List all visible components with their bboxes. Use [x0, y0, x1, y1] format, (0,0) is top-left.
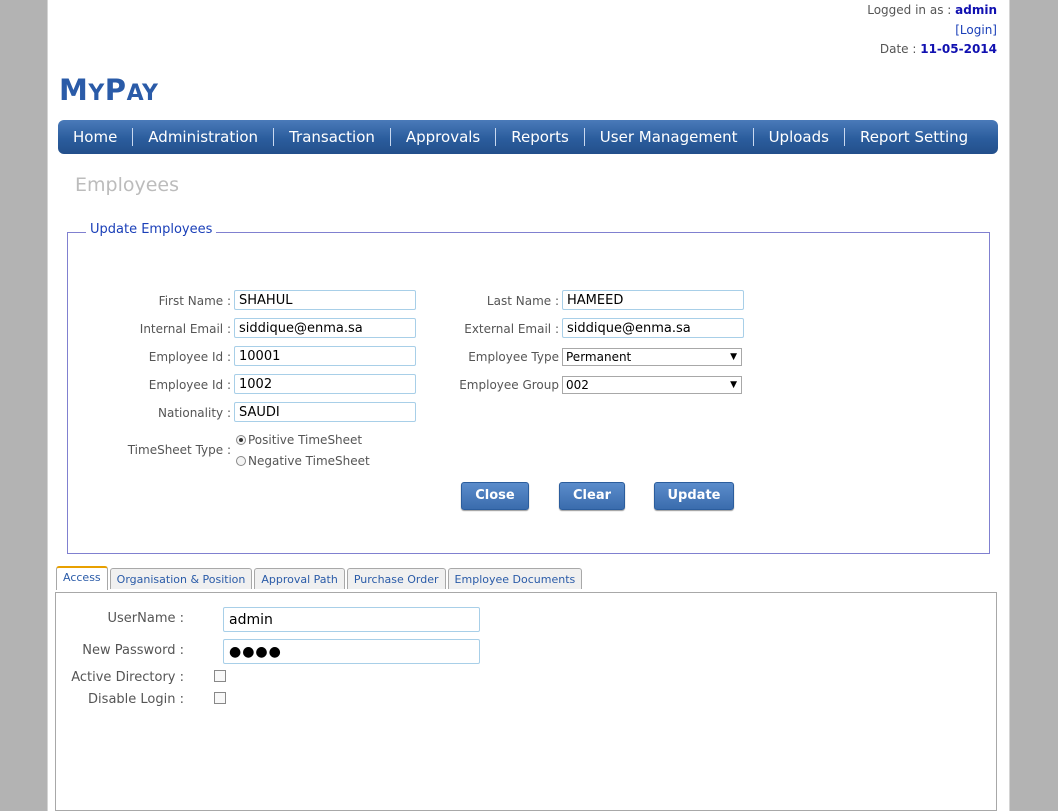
nav-reports[interactable]: Reports — [496, 128, 585, 146]
last-name-label: Last Name : — [486, 294, 559, 308]
employee-tabs: Access Organisation & Position Approval … — [56, 566, 584, 590]
employee-group-select[interactable]: 002 ▼ — [562, 376, 742, 394]
employee-id2-label: Employee Id : — [148, 378, 231, 392]
employee-group-label: Employee Group — [459, 378, 559, 392]
username-input[interactable]: admin — [223, 607, 480, 632]
nav-administration[interactable]: Administration — [133, 128, 275, 146]
disable-login-label: Disable Login : — [88, 692, 184, 707]
internal-email-input[interactable]: siddique@enma.sa — [234, 318, 416, 338]
tab-access[interactable]: Access — [56, 566, 108, 590]
employee-id-label: Employee Id : — [148, 350, 231, 364]
mypay-logo: MYPAY — [59, 73, 159, 107]
employee-type-label: Employee Type — [468, 350, 559, 364]
logged-in-username: admin — [955, 3, 997, 17]
negative-timesheet-label: Negative TimeSheet — [248, 454, 370, 468]
employee-id2-input[interactable]: 1002 — [234, 374, 416, 394]
main-nav: Home Administration Transaction Approval… — [58, 120, 998, 154]
employee-id-input[interactable]: 10001 — [234, 346, 416, 366]
employee-group-value: 002 — [566, 378, 589, 392]
fieldset-legend: Update Employees — [86, 222, 217, 237]
active-directory-checkbox[interactable] — [214, 670, 226, 682]
active-directory-label: Active Directory : — [71, 670, 184, 685]
page-container: Logged in as : admin [Login] Date : 11-0… — [47, 0, 1010, 811]
page-title: Employees — [75, 174, 179, 196]
nationality-label: Nationality : — [157, 406, 231, 420]
negative-timesheet-option[interactable]: Negative TimeSheet — [236, 454, 370, 468]
first-name-input[interactable]: SHAHUL — [234, 290, 416, 310]
new-password-input[interactable]: ●●●● — [223, 639, 480, 664]
nav-home[interactable]: Home — [58, 128, 134, 146]
new-password-label: New Password : — [82, 643, 184, 658]
nav-approvals[interactable]: Approvals — [391, 128, 497, 146]
tab-approval-path[interactable]: Approval Path — [254, 568, 345, 589]
disable-login-checkbox[interactable] — [214, 692, 226, 704]
nav-user-management[interactable]: User Management — [585, 128, 754, 146]
negative-timesheet-radio[interactable] — [236, 456, 246, 466]
positive-timesheet-label: Positive TimeSheet — [248, 433, 363, 447]
clear-button[interactable]: Clear — [559, 482, 625, 510]
nationality-input[interactable]: SAUDI — [234, 402, 416, 422]
chevron-down-icon: ▼ — [730, 380, 737, 390]
logged-in-label: Logged in as : — [867, 3, 952, 17]
employee-type-select[interactable]: Permanent ▼ — [562, 348, 742, 366]
tab-organisation-position[interactable]: Organisation & Position — [109, 568, 253, 589]
date-line: Date : 11-05-2014 — [880, 42, 997, 56]
first-name-label: First Name : — [158, 294, 231, 308]
update-button[interactable]: Update — [654, 482, 734, 510]
login-link[interactable]: [Login] — [955, 23, 997, 37]
access-tab-panel: UserName : admin New Password : ●●●● Act… — [55, 592, 997, 811]
tab-purchase-order[interactable]: Purchase Order — [346, 568, 446, 589]
tab-employee-documents[interactable]: Employee Documents — [447, 568, 583, 589]
username-label: UserName : — [107, 611, 185, 626]
employee-type-value: Permanent — [566, 350, 632, 364]
last-name-input[interactable]: HAMEED — [562, 290, 744, 310]
nav-uploads[interactable]: Uploads — [754, 128, 845, 146]
login-info: Logged in as : admin — [867, 3, 997, 17]
timesheet-type-label: TimeSheet Type : — [127, 443, 231, 457]
external-email-label: External Email : — [464, 322, 559, 336]
nav-report-setting[interactable]: Report Setting — [845, 128, 983, 146]
date-label: Date : — [879, 42, 917, 56]
chevron-down-icon: ▼ — [730, 352, 737, 362]
date-value: 11-05-2014 — [920, 42, 997, 56]
nav-transaction[interactable]: Transaction — [274, 128, 391, 146]
positive-timesheet-option[interactable]: Positive TimeSheet — [236, 433, 362, 447]
close-button[interactable]: Close — [461, 482, 529, 510]
internal-email-label: Internal Email : — [139, 322, 231, 336]
external-email-input[interactable]: siddique@enma.sa — [562, 318, 744, 338]
positive-timesheet-radio[interactable] — [236, 435, 246, 445]
